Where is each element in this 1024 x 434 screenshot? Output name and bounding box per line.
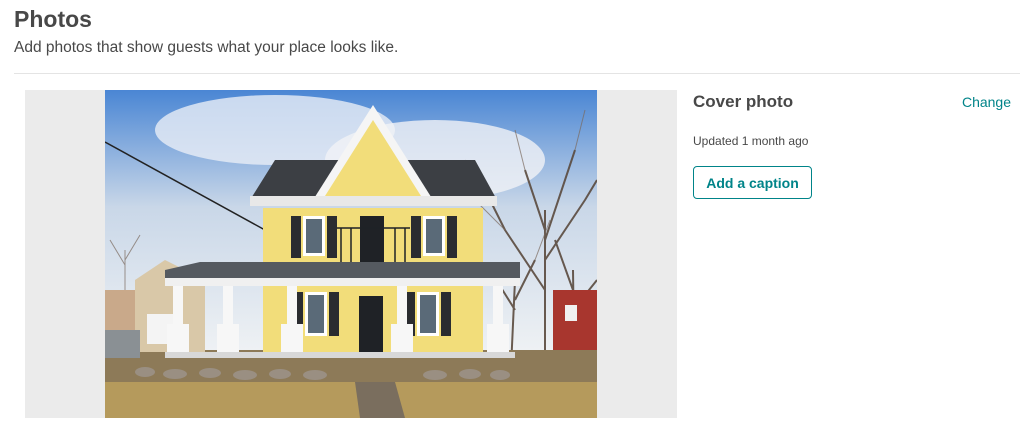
updated-timestamp: Updated 1 month ago bbox=[693, 134, 809, 148]
page-header: Photos Add photos that show guests what … bbox=[14, 4, 398, 58]
page-subtitle: Add photos that show guests what your pl… bbox=[14, 39, 399, 56]
section-divider bbox=[14, 73, 1020, 74]
cover-photo-title: Cover photo bbox=[693, 92, 794, 111]
house-photo-image bbox=[105, 90, 597, 418]
photo-frame bbox=[25, 90, 677, 418]
change-link[interactable]: Change bbox=[962, 94, 1011, 110]
page-title: Photos bbox=[14, 6, 92, 32]
add-caption-button[interactable]: Add a caption bbox=[693, 166, 812, 199]
cover-photo[interactable] bbox=[105, 90, 597, 418]
